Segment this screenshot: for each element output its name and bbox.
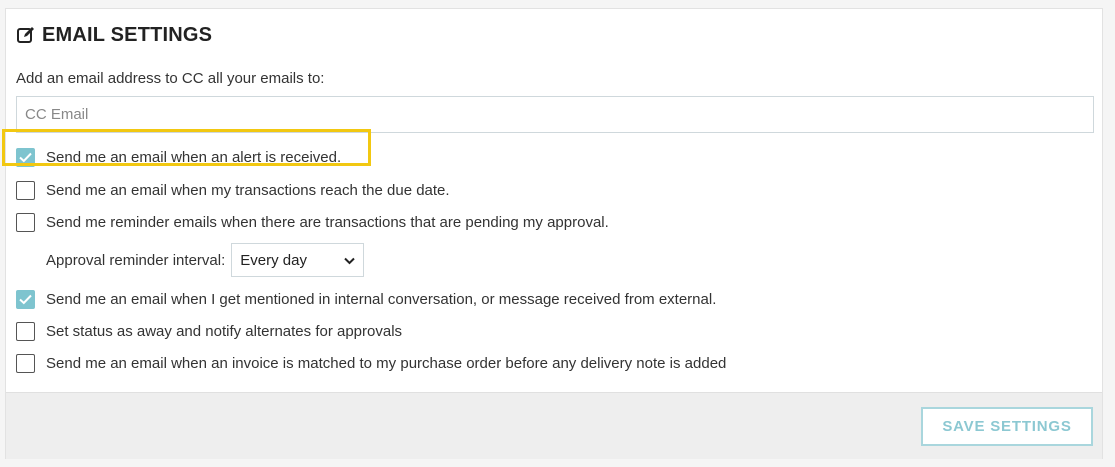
section-heading: EMAIL SETTINGS	[16, 23, 212, 47]
page-title: EMAIL SETTINGS	[42, 23, 213, 46]
away-status-checkbox[interactable]	[16, 321, 35, 341]
cc-email-input[interactable]	[16, 96, 1094, 133]
mentioned-checkbox[interactable]	[16, 289, 35, 309]
invoice-matched-label: Send me an email when an invoice is matc…	[46, 354, 727, 372]
edit-icon	[16, 25, 36, 45]
option-pending-approval[interactable]: Send me reminder emails when there are t…	[16, 212, 609, 232]
pending-approval-checkbox[interactable]	[16, 212, 35, 232]
approval-interval-value: Every day	[240, 251, 307, 269]
approval-interval-label: Approval reminder interval:	[46, 251, 226, 269]
away-status-label: Set status as away and notify alternates…	[46, 322, 403, 340]
mentioned-label: Send me an email when I get mentioned in…	[46, 290, 717, 308]
option-mentioned[interactable]: Send me an email when I get mentioned in…	[16, 289, 716, 309]
save-settings-button[interactable]: SAVE SETTINGS	[921, 407, 1093, 446]
alert-received-label: Send me an email when an alert is receiv…	[46, 148, 342, 166]
pending-approval-label: Send me reminder emails when there are t…	[46, 213, 609, 231]
option-away-status[interactable]: Set status as away and notify alternates…	[16, 321, 402, 341]
settings-footer: SAVE SETTINGS	[6, 392, 1102, 459]
invoice-matched-checkbox[interactable]	[16, 353, 35, 373]
approval-interval-select[interactable]: Every day	[231, 243, 365, 277]
alert-received-checkbox[interactable]	[16, 147, 35, 167]
due-date-checkbox[interactable]	[16, 180, 35, 200]
option-alert-received[interactable]: Send me an email when an alert is receiv…	[16, 147, 341, 167]
option-invoice-matched[interactable]: Send me an email when an invoice is matc…	[16, 353, 726, 373]
approval-interval-row: Approval reminder interval: Every day	[46, 243, 365, 277]
option-due-date[interactable]: Send me an email when my transactions re…	[16, 180, 450, 200]
due-date-label: Send me an email when my transactions re…	[46, 181, 450, 199]
email-settings-panel: EMAIL SETTINGS Add an email address to C…	[5, 8, 1103, 459]
cc-email-label: Add an email address to CC all your emai…	[16, 70, 325, 87]
chevron-down-icon	[344, 252, 355, 269]
